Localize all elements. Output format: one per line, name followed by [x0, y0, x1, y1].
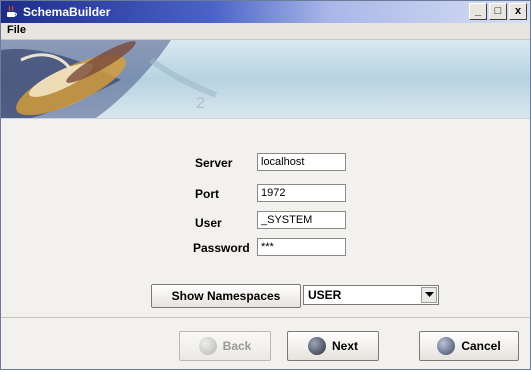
password-label: Password	[193, 241, 250, 255]
server-input[interactable]	[257, 153, 346, 171]
close-button[interactable]: x	[509, 3, 527, 20]
banner-graphic: 2	[1, 40, 218, 118]
next-arrow-icon	[307, 337, 326, 355]
show-namespaces-label: Show Namespaces	[171, 289, 281, 303]
menu-file[interactable]: File	[7, 24, 26, 36]
title-bar[interactable]: SchemaBuilder _ □ x	[1, 1, 530, 23]
svg-text:2: 2	[196, 95, 205, 112]
header-banner: 2	[1, 40, 530, 119]
server-label: Server	[195, 156, 233, 170]
java-cup-icon	[7, 5, 17, 17]
chevron-down-icon[interactable]	[421, 287, 437, 303]
window-controls: _ □ x	[469, 3, 527, 20]
namespace-selected-value: USER	[308, 288, 342, 302]
cancel-label: Cancel	[461, 339, 501, 353]
schemabuilder-window: SchemaBuilder _ □ x File 2 Server Port U…	[0, 0, 531, 370]
cancel-icon	[437, 337, 456, 355]
cancel-button[interactable]: Cancel	[419, 331, 519, 361]
user-input[interactable]	[257, 211, 346, 229]
maximize-button[interactable]: □	[489, 3, 507, 20]
menu-bar: File	[1, 23, 530, 40]
next-button[interactable]: Next	[287, 331, 379, 361]
minimize-button[interactable]: _	[469, 3, 487, 20]
window-title: SchemaBuilder	[23, 5, 111, 19]
show-namespaces-button[interactable]: Show Namespaces	[151, 284, 301, 308]
namespace-select[interactable]: USER	[303, 285, 439, 305]
user-label: User	[195, 216, 222, 230]
button-separator	[1, 317, 530, 318]
back-button[interactable]: Back	[179, 331, 271, 361]
password-input[interactable]	[257, 238, 346, 256]
back-icon	[198, 337, 217, 355]
port-label: Port	[195, 187, 219, 201]
port-input[interactable]	[257, 184, 346, 202]
next-label: Next	[331, 339, 358, 353]
back-label: Back	[222, 339, 252, 353]
